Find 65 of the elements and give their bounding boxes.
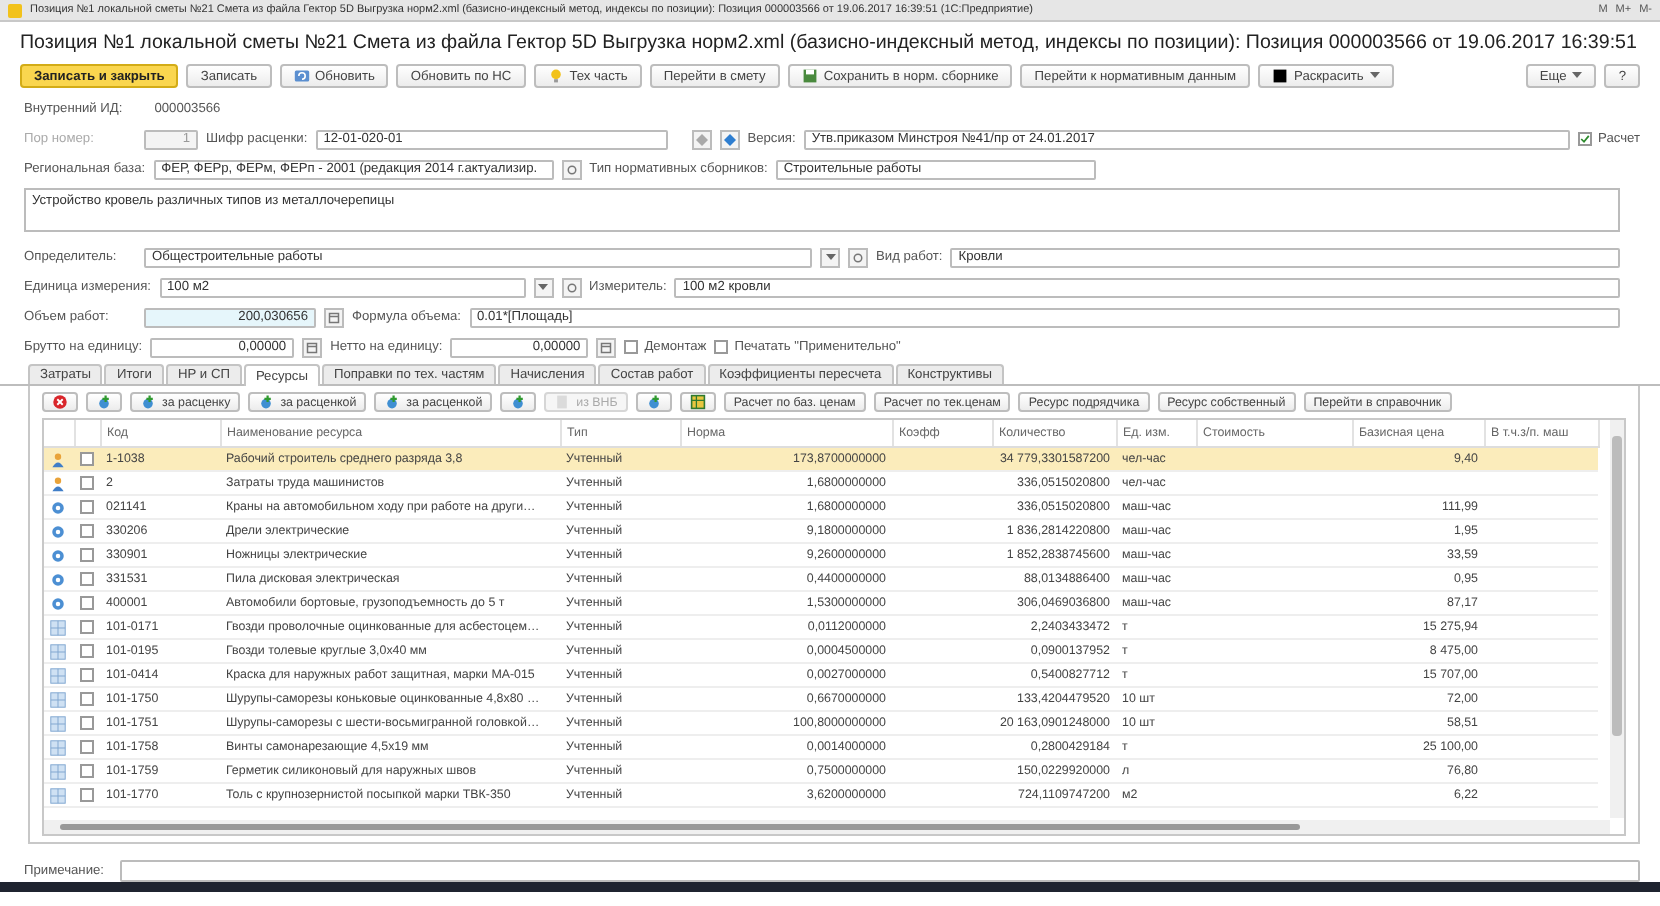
caret-icon	[538, 283, 548, 291]
row-checkbox[interactable]	[80, 692, 94, 706]
link-button[interactable]	[561, 277, 581, 297]
nav-button[interactable]	[691, 129, 712, 149]
row-checkbox[interactable]	[80, 596, 94, 610]
checkbox[interactable]	[714, 340, 729, 354]
material-icon	[50, 787, 66, 803]
calculator-button[interactable]	[302, 337, 323, 357]
person-icon	[50, 451, 66, 467]
row-checkbox[interactable]	[80, 572, 94, 586]
checkbox[interactable]	[1578, 132, 1593, 146]
document-icon	[554, 394, 571, 410]
row-checkbox[interactable]	[80, 740, 94, 754]
table-toolbar-button[interactable]	[86, 392, 122, 412]
material-icon	[50, 763, 66, 779]
add-resource-icon	[645, 394, 662, 410]
dropdown-button[interactable]	[533, 277, 553, 297]
delete-icon	[52, 394, 68, 410]
add-resource-icon	[510, 394, 527, 410]
row-checkbox[interactable]	[80, 644, 94, 658]
row-checkbox[interactable]	[80, 764, 94, 778]
link-button[interactable]	[848, 247, 868, 267]
calculator-button[interactable]	[596, 337, 617, 357]
table-toolbar-button[interactable]	[679, 392, 716, 412]
table-toolbar-button[interactable]	[500, 392, 537, 412]
checkbox[interactable]	[624, 340, 639, 354]
dropdown-button[interactable]	[820, 247, 840, 267]
vertical-scrollbar[interactable]	[1610, 420, 1624, 818]
caret-icon	[825, 253, 835, 261]
row-checkbox[interactable]	[80, 452, 94, 466]
row-checkbox[interactable]	[80, 500, 94, 514]
table-toolbar-button[interactable]	[42, 392, 78, 412]
row-checkbox[interactable]	[80, 716, 94, 730]
row-checkbox[interactable]	[80, 476, 94, 490]
material-icon	[50, 691, 66, 707]
caret-icon	[1369, 72, 1380, 80]
table-toolbar-button[interactable]	[635, 392, 672, 412]
add-resource-icon	[258, 394, 275, 410]
row-checkbox[interactable]	[80, 788, 94, 802]
add-resource-icon	[384, 394, 401, 410]
bulb-icon	[547, 68, 564, 84]
row-checkbox[interactable]	[80, 620, 94, 634]
person-icon	[50, 475, 66, 491]
link-button[interactable]	[561, 159, 582, 179]
material-icon	[50, 667, 66, 683]
row-checkbox[interactable]	[80, 524, 94, 538]
horizontal-scrollbar[interactable]	[44, 820, 1610, 834]
add-resource-icon	[96, 394, 112, 410]
color-swatch-icon	[1272, 68, 1289, 84]
material-icon	[50, 715, 66, 731]
form-title: Позиция №1 локальной сметы №21 Смета из файла Гектор 5D Выгрузка норм2.xml (базисно-индексный метод, индексы по позиции): Позиция 000003566 от 19.06.2017 16:39:51	[18, 30, 1639, 58]
save-icon	[801, 68, 818, 84]
calculator-button[interactable]	[324, 307, 344, 327]
app-icon	[8, 3, 22, 17]
material-icon	[50, 643, 66, 659]
material-icon	[50, 739, 66, 755]
row-checkbox[interactable]	[80, 668, 94, 682]
material-icon	[50, 619, 66, 635]
row-checkbox[interactable]	[80, 548, 94, 562]
caret-icon	[1572, 72, 1583, 80]
note-field[interactable]	[120, 860, 1640, 882]
nav-button[interactable]	[719, 129, 740, 149]
refresh-icon	[293, 68, 310, 84]
add-resource-icon	[140, 394, 156, 410]
table-icon	[689, 394, 706, 410]
